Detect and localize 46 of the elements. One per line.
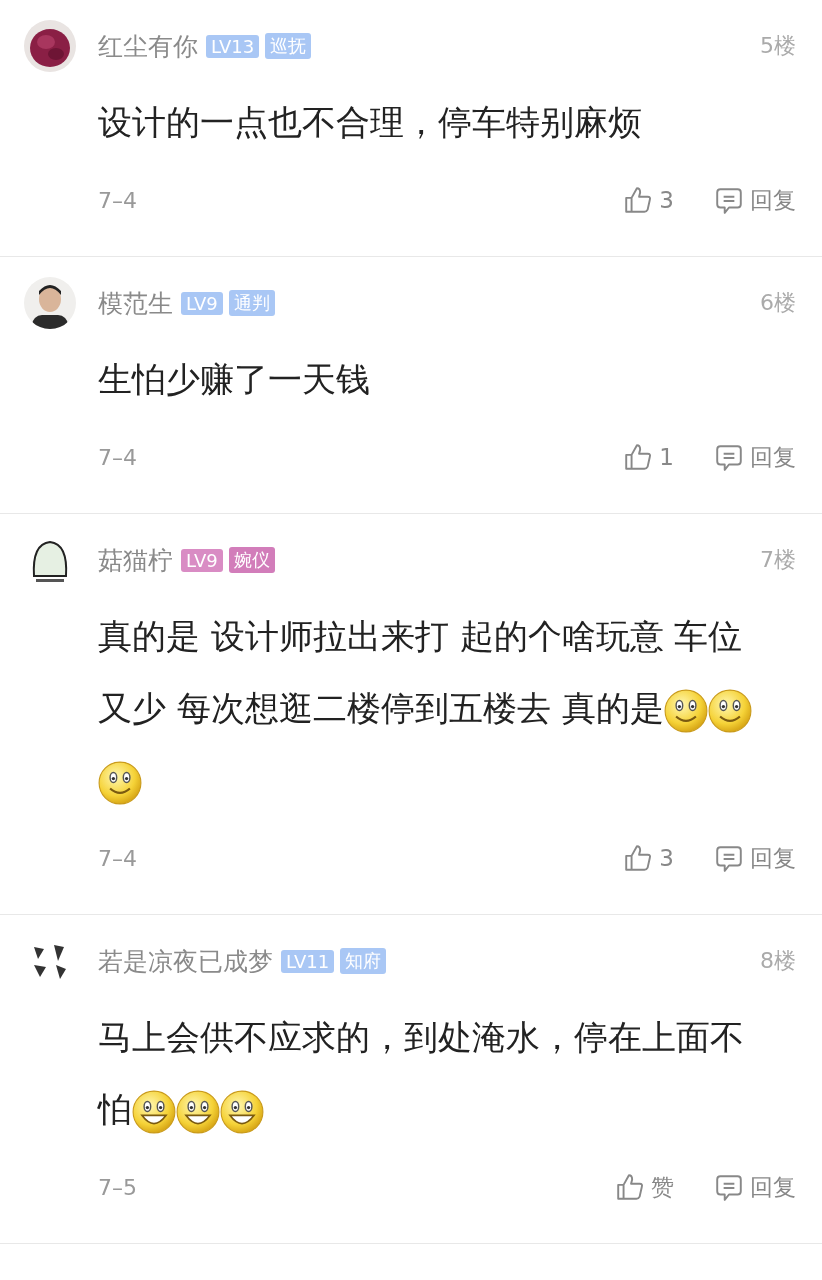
thumbs-up-icon	[623, 843, 654, 873]
like-button[interactable]: 1	[623, 442, 674, 472]
like-button[interactable]: 3	[623, 843, 674, 873]
like-button[interactable]: 赞	[615, 1171, 674, 1203]
comment-date: 7–4	[98, 187, 137, 213]
floor-number: 6楼	[760, 289, 796, 317]
user-name[interactable]: 若是凉夜已成梦	[98, 944, 273, 978]
level-tag: 巡抚	[265, 33, 312, 59]
like-button[interactable]: 3	[623, 185, 674, 215]
floor-number: 8楼	[760, 947, 796, 975]
user-name[interactable]: 模范生	[98, 286, 173, 320]
reply-button[interactable]: 回复	[714, 842, 796, 874]
smiley-icon	[98, 760, 142, 805]
level-tag: 通判	[228, 290, 275, 316]
comment-icon	[714, 843, 744, 873]
smiley-icon	[707, 688, 752, 733]
comment-date: 7–5	[98, 1174, 137, 1200]
comment-date: 7–4	[98, 444, 137, 470]
smiley-icon	[132, 1089, 176, 1134]
smiley-icon	[176, 1089, 220, 1134]
comment-icon	[714, 1172, 744, 1202]
comment-text: 真的是 设计师拉出来打 起的个啥玩意 车位又少 每次想逛二楼停到五楼去 真的是	[98, 600, 773, 816]
level-tag: LV11	[281, 949, 335, 973]
reply-button[interactable]: 回复	[714, 184, 796, 216]
level-tag: 婉仪	[228, 547, 275, 573]
smiley-icon	[663, 688, 708, 733]
level-tag: LV9	[181, 548, 223, 572]
comment-text: 生怕少赚了一天钱	[98, 358, 371, 401]
reply-button[interactable]: 回复	[714, 441, 796, 473]
reply-button[interactable]: 回复	[714, 1171, 796, 1203]
comment-date: 7–4	[98, 845, 137, 871]
user-name[interactable]: 菇猫柠	[98, 543, 173, 577]
level-tag: LV13	[206, 34, 260, 58]
thumbs-up-icon	[623, 442, 654, 472]
thumbs-up-icon	[623, 185, 654, 215]
floor-number: 7楼	[760, 546, 796, 574]
smiley-icon	[220, 1089, 264, 1134]
comment-text: 设计的一点也不合理，停车特别麻烦	[98, 101, 643, 144]
floor-number: 5楼	[760, 32, 796, 60]
level-tag: 知府	[340, 948, 387, 974]
comment-text: 马上会供不应求的，到处淹水，停在上面不怕	[98, 1001, 773, 1145]
level-tag: LV9	[181, 291, 223, 315]
comment-icon	[714, 185, 744, 215]
comment-icon	[714, 442, 744, 472]
user-name[interactable]: 红尘有你	[98, 29, 198, 63]
thumbs-up-icon	[615, 1172, 645, 1202]
